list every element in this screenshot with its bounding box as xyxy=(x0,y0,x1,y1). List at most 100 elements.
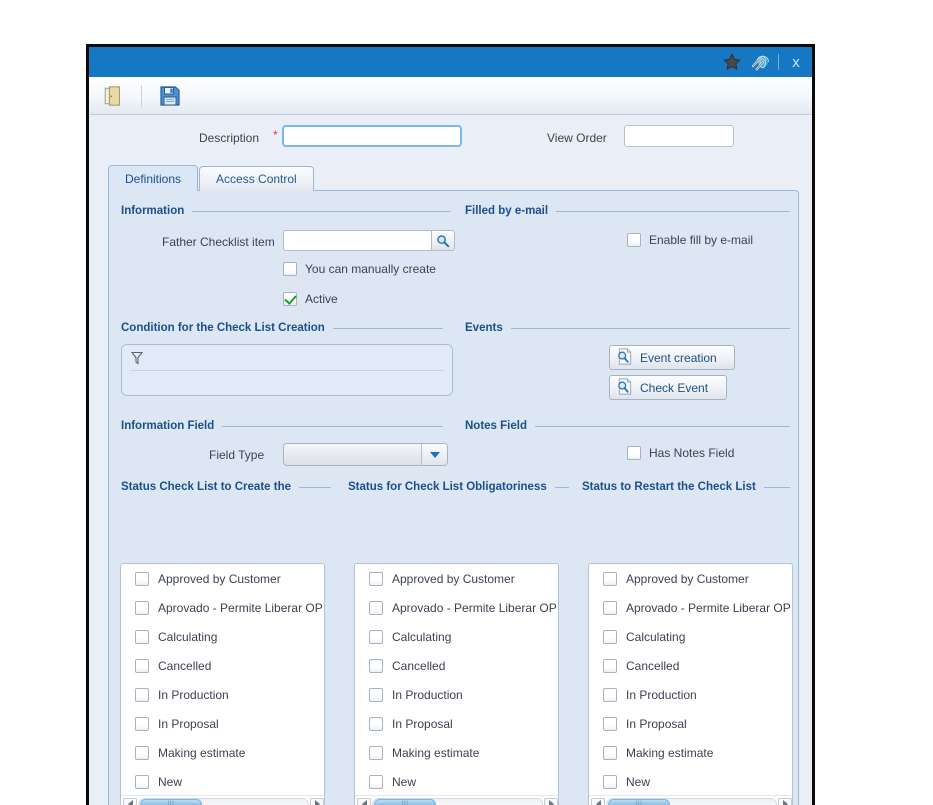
arrow-right-icon[interactable] xyxy=(778,797,792,805)
manually-create-row[interactable]: You can manually create xyxy=(283,262,436,276)
list-item-checkbox[interactable] xyxy=(603,629,617,644)
list-item[interactable]: New xyxy=(121,767,324,796)
field-type-select[interactable] xyxy=(283,443,448,466)
list-item[interactable]: Cancelled xyxy=(589,651,792,680)
status-create-listbox[interactable]: Approved by Customer Aprovado - Permite L… xyxy=(120,563,325,805)
manually-create-checkbox[interactable] xyxy=(283,262,297,276)
magnifier-icon[interactable] xyxy=(431,230,455,251)
list-item[interactable]: In Production xyxy=(121,680,324,709)
arrow-left-icon[interactable] xyxy=(591,797,605,805)
list-item[interactable]: New xyxy=(589,767,792,796)
list-item[interactable]: In Proposal xyxy=(121,709,324,738)
list-item-checkbox[interactable] xyxy=(369,629,383,644)
list-item[interactable]: In Proposal xyxy=(355,709,558,738)
list-item-checkbox[interactable] xyxy=(603,658,617,673)
scroll-thumb[interactable]: ||| xyxy=(140,798,202,805)
list-item-label: Cancelled xyxy=(158,658,212,673)
list-item[interactable]: Aprovado - Permite Liberar OP xyxy=(121,593,324,622)
list-item[interactable]: Making estimate xyxy=(355,738,558,767)
checklist-item-window: x Description * View Order Definitions A… xyxy=(86,44,815,805)
tab-definitions[interactable]: Definitions xyxy=(108,165,199,191)
list-item[interactable]: Calculating xyxy=(589,622,792,651)
list-item-checkbox[interactable] xyxy=(603,745,617,760)
scroll-track[interactable]: ||| xyxy=(372,797,543,805)
arrow-right-icon[interactable] xyxy=(310,797,324,805)
list-item[interactable]: In Production xyxy=(355,680,558,709)
list-item-checkbox[interactable] xyxy=(135,629,149,644)
enable-fill-email-row[interactable]: Enable fill by e-mail xyxy=(627,233,753,247)
scroll-track[interactable]: ||| xyxy=(138,797,309,805)
enable-fill-email-checkbox[interactable] xyxy=(627,233,641,247)
favorite-star-icon[interactable] xyxy=(719,50,745,74)
list-item-checkbox[interactable] xyxy=(369,745,383,760)
status-create-hscrollbar[interactable]: ||| xyxy=(121,795,324,805)
status-restart-listbox[interactable]: Approved by Customer Aprovado - Permite L… xyxy=(588,563,793,805)
list-item-checkbox[interactable] xyxy=(135,658,149,673)
view-order-input[interactable] xyxy=(624,125,734,147)
list-item[interactable]: Aprovado - Permite Liberar OP xyxy=(355,593,558,622)
list-item[interactable]: New xyxy=(355,767,558,796)
list-item-checkbox[interactable] xyxy=(603,716,617,731)
list-item-checkbox[interactable] xyxy=(135,600,149,615)
list-item-checkbox[interactable] xyxy=(369,600,383,615)
description-input[interactable] xyxy=(282,125,462,147)
list-item[interactable]: Calculating xyxy=(121,622,324,651)
arrow-right-icon[interactable] xyxy=(544,797,558,805)
list-item[interactable]: Making estimate xyxy=(589,738,792,767)
list-item[interactable]: Making estimate xyxy=(121,738,324,767)
list-item[interactable]: Calculating xyxy=(355,622,558,651)
list-item[interactable]: Approved by Customer xyxy=(589,564,792,593)
list-item-checkbox[interactable] xyxy=(603,687,617,702)
exit-button[interactable] xyxy=(98,81,128,111)
list-item-checkbox[interactable] xyxy=(603,774,617,789)
group-header-condition: Condition for the Check List Creation xyxy=(121,322,443,334)
filter-funnel-icon[interactable] xyxy=(130,351,144,368)
arrow-left-icon[interactable] xyxy=(123,797,137,805)
tab-access-control[interactable]: Access Control xyxy=(199,166,314,191)
save-button[interactable] xyxy=(155,81,185,111)
status-create-column: Approved by Customer Aprovado - Permite L… xyxy=(120,563,325,805)
status-restart-items: Approved by Customer Aprovado - Permite L… xyxy=(589,564,792,796)
attachment-globe-icon[interactable] xyxy=(747,50,773,74)
list-item-checkbox[interactable] xyxy=(369,687,383,702)
has-notes-field-row[interactable]: Has Notes Field xyxy=(627,446,734,460)
list-item-checkbox[interactable] xyxy=(135,687,149,702)
status-obligatoriness-listbox[interactable]: Approved by Customer Aprovado - Permite L… xyxy=(354,563,559,805)
active-checkbox[interactable] xyxy=(283,292,297,306)
status-restart-hscrollbar[interactable]: ||| xyxy=(589,795,792,805)
description-label: Description xyxy=(199,131,260,145)
scroll-track[interactable]: ||| xyxy=(606,797,777,805)
list-item[interactable]: Approved by Customer xyxy=(121,564,324,593)
list-item-checkbox[interactable] xyxy=(135,745,149,760)
list-item[interactable]: Cancelled xyxy=(355,651,558,680)
list-item[interactable]: Approved by Customer xyxy=(355,564,558,593)
list-item-checkbox[interactable] xyxy=(369,774,383,789)
arrow-left-icon[interactable] xyxy=(357,797,371,805)
scroll-thumb[interactable]: ||| xyxy=(374,798,436,805)
description-required-marker: * xyxy=(273,128,278,142)
list-item-checkbox[interactable] xyxy=(135,716,149,731)
list-item[interactable]: In Production xyxy=(589,680,792,709)
has-notes-field-checkbox[interactable] xyxy=(627,446,641,460)
condition-box[interactable] xyxy=(121,344,453,396)
close-icon[interactable]: x xyxy=(784,50,808,74)
list-item-checkbox[interactable] xyxy=(369,716,383,731)
titlebar-separator xyxy=(778,54,779,70)
list-item-checkbox[interactable] xyxy=(135,571,149,586)
list-item-checkbox[interactable] xyxy=(603,571,617,586)
scroll-thumb[interactable]: ||| xyxy=(608,798,670,805)
list-item-checkbox[interactable] xyxy=(603,600,617,615)
active-label: Active xyxy=(305,292,338,306)
father-checklist-input[interactable] xyxy=(283,230,431,251)
event-creation-button[interactable]: Event creation xyxy=(609,345,735,370)
status-obligatoriness-hscrollbar[interactable]: ||| xyxy=(355,795,558,805)
chevron-down-icon[interactable] xyxy=(421,444,447,465)
check-event-button[interactable]: Check Event xyxy=(609,375,727,400)
list-item[interactable]: In Proposal xyxy=(589,709,792,738)
list-item-checkbox[interactable] xyxy=(369,571,383,586)
list-item[interactable]: Aprovado - Permite Liberar OP xyxy=(589,593,792,622)
list-item-checkbox[interactable] xyxy=(369,658,383,673)
list-item-checkbox[interactable] xyxy=(135,774,149,789)
active-row[interactable]: Active xyxy=(283,292,338,306)
list-item[interactable]: Cancelled xyxy=(121,651,324,680)
